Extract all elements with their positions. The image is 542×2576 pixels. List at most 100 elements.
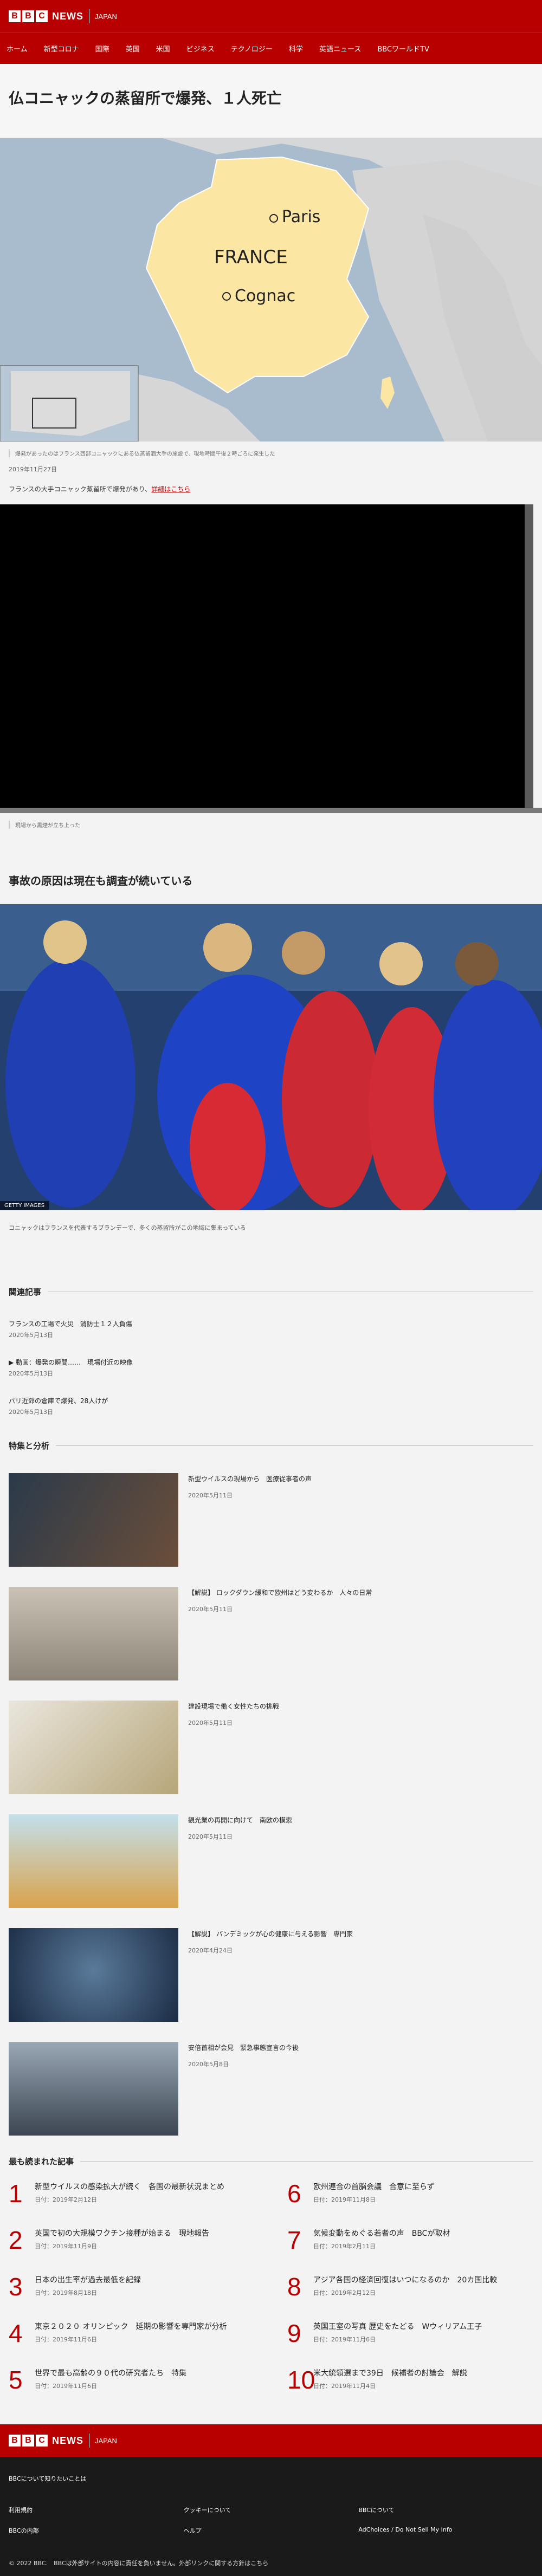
- most-read-title[interactable]: 米大統領選まで39日 候補者の討論会 解説: [313, 2367, 467, 2378]
- most-read-title[interactable]: 英国で初の大規模ワクチン接種が始まる 現地報告: [35, 2228, 209, 2238]
- related-item-date: 2020年5月13日: [9, 1332, 53, 1339]
- feature-story[interactable]: 観光業の再開に向けて 南欧の模索 2020年5月11日: [0, 1814, 542, 1908]
- feature-thumbnail[interactable]: [9, 1587, 178, 1680]
- news-wordmark[interactable]: NEWS: [52, 11, 83, 22]
- article-photo: GETTY IMAGES: [0, 904, 542, 1210]
- page-title: 仏コニャックの蒸留所で爆発、１人死亡: [9, 89, 282, 107]
- most-read-date-label: 日付：: [35, 2289, 53, 2296]
- feature-story[interactable]: 新型ウイルスの現場から 医療従事者の声 2020年5月11日: [0, 1473, 542, 1567]
- most-read-date-label: 日付：: [313, 2383, 331, 2390]
- most-read-item[interactable]: 10 米大統領選まで39日 候補者の討論会 解説 日付：2019年11月4日: [287, 2367, 533, 2414]
- footer-link[interactable]: BBCについて: [358, 2506, 533, 2514]
- feature-thumbnail[interactable]: [9, 2042, 178, 2136]
- edition-label[interactable]: JAPAN: [95, 12, 117, 21]
- feature-story[interactable]: 【解説】 パンデミックが心の健康に与える影響 専門家 2020年4月24日: [0, 1928, 542, 2022]
- most-read-title[interactable]: 欧州連合の首脳会議 合意に至らず: [313, 2181, 435, 2192]
- feature-story[interactable]: 建設現場で働く女性たちの挑戦 2020年5月11日: [0, 1701, 542, 1794]
- most-read-title[interactable]: 新型ウイルスの感染拡大が続く 各国の最新状況まとめ: [35, 2181, 224, 2192]
- nav-item-us[interactable]: 米国: [156, 43, 170, 54]
- most-read-title[interactable]: アジア各国の経済回復はいつになるのか 20カ国比較: [313, 2274, 497, 2285]
- nav-item-world[interactable]: 国際: [95, 43, 109, 54]
- most-read-item[interactable]: 5 世界で最も高齢の９０代の研究者たち 特集 日付：2019年11月6日: [9, 2367, 255, 2414]
- footer-link[interactable]: AdChoices / Do Not Sell My Info: [358, 2526, 533, 2535]
- most-read-title[interactable]: 日本の出生率が過去最低を記録: [35, 2274, 141, 2285]
- video-player[interactable]: [0, 504, 533, 808]
- feature-thumbnail[interactable]: [9, 1701, 178, 1794]
- related-item[interactable]: フランスの工場で火災 消防士１２人負傷 2020年5月13日: [0, 1319, 542, 1358]
- related-item[interactable]: ▶ 動画：爆発の瞬間…… 現場付近の映像 2020年5月13日: [0, 1358, 542, 1396]
- footer-link[interactable]: BBCの内部: [9, 2526, 184, 2535]
- nav-item-technology[interactable]: テクノロジー: [231, 43, 273, 54]
- most-read-list: 1 新型ウイルスの感染拡大が続く 各国の最新状況まとめ 日付：2019年2月12日 …: [0, 2181, 542, 2414]
- most-read-item[interactable]: 1 新型ウイルスの感染拡大が続く 各国の最新状況まとめ 日付：2019年2月12日: [9, 2181, 255, 2228]
- main-nav: ホーム 新型コロナ 国際 英国 米国 ビジネス テクノロジー 科学 英語ニュース…: [0, 33, 542, 64]
- most-read-date: 日付：2019年11月4日: [313, 2382, 467, 2390]
- feature-title[interactable]: 新型ウイルスの現場から 医療従事者の声: [188, 1474, 312, 1483]
- features-heading: 特集と分析: [9, 1440, 533, 1451]
- feature-title[interactable]: 建設現場で働く女性たちの挑戦: [188, 1702, 279, 1711]
- nav-item-uk[interactable]: 英国: [126, 43, 140, 54]
- video-caption: 現場から黒煙が立ち上った: [9, 821, 533, 829]
- feature-story[interactable]: 安倍首相が会見 緊急事態宣言の今後 2020年5月8日: [0, 2042, 542, 2136]
- logo-letter-b1: B: [9, 2435, 21, 2447]
- footer-news-wordmark[interactable]: NEWS: [52, 2435, 83, 2447]
- most-read-item[interactable]: 8 アジア各国の経済回復はいつになるのか 20カ国比較 日付：2019年2月12日: [287, 2274, 533, 2321]
- footer-link[interactable]: 利用規約: [9, 2506, 184, 2514]
- most-read-item[interactable]: 4 東京２０２０ オリンピック 延期の影響を専門家が分析 日付：2019年11月6日: [9, 2321, 255, 2367]
- bbc-logo[interactable]: B B C: [9, 10, 48, 22]
- most-read-item[interactable]: 3 日本の出生率が過去最低を記録 日付：2019年8月18日: [9, 2274, 255, 2321]
- feature-thumbnail[interactable]: [9, 1814, 178, 1908]
- map-label-cognac: Cognac: [235, 287, 296, 306]
- feature-date: 2020年5月8日: [188, 2061, 229, 2068]
- most-read-date: 日付：2019年11月9日: [35, 2242, 209, 2250]
- rank-number: 1: [9, 2179, 23, 2208]
- related-item-title[interactable]: パリ近郊の倉庫で爆発、28人けが: [9, 1396, 533, 1405]
- most-read-date-label: 日付：: [313, 2289, 331, 2296]
- related-item[interactable]: パリ近郊の倉庫で爆発、28人けが 2020年5月13日: [0, 1396, 542, 1435]
- top-header: B B C NEWS JAPAN: [0, 0, 542, 33]
- related-item-date: 2020年5月13日: [9, 1370, 53, 1377]
- feature-story[interactable]: 【解説】 ロックダウン緩和で欧州はどう変わるか 人々の日常 2020年5月11日: [0, 1587, 542, 1680]
- most-read-item[interactable]: 7 気候変動をめぐる若者の声 BBCが取材 日付：2019年2月11日: [287, 2228, 533, 2274]
- most-read-date-value: 2019年2月11日: [331, 2243, 376, 2250]
- most-read-date-value: 2019年11月4日: [331, 2383, 376, 2390]
- headline-band: 仏コニャックの蒸留所で爆発、１人死亡: [0, 64, 542, 138]
- most-read-date-value: 2019年11月6日: [331, 2336, 376, 2343]
- nav-item-world-tv[interactable]: BBCワールドTV: [377, 43, 429, 54]
- most-read-title[interactable]: 気候変動をめぐる若者の声 BBCが取材: [313, 2228, 450, 2238]
- footer-link[interactable]: クッキーについて: [184, 2506, 359, 2514]
- feature-thumbnail[interactable]: [9, 1473, 178, 1567]
- most-read-date-value: 2019年11月6日: [53, 2383, 97, 2390]
- most-read-title[interactable]: 英国王室の写真 歴史をたどる Wウィリアム王子: [313, 2321, 482, 2332]
- nav-item-science[interactable]: 科学: [289, 43, 303, 54]
- feature-title[interactable]: 【解説】 パンデミックが心の健康に与える影響 専門家: [188, 1929, 353, 1938]
- feature-title[interactable]: 【解説】 ロックダウン緩和で欧州はどう変わるか 人々の日常: [188, 1588, 372, 1597]
- rank-number: 10: [287, 2366, 315, 2394]
- most-read-item[interactable]: 2 英国で初の大規模ワクチン接種が始まる 現地報告 日付：2019年11月9日: [9, 2228, 255, 2274]
- related-item-title[interactable]: フランスの工場で火災 消防士１２人負傷: [9, 1319, 533, 1328]
- nav-item-english[interactable]: 英語ニュース: [319, 43, 361, 54]
- nav-item-home[interactable]: ホーム: [7, 43, 28, 54]
- logo-letter-c: C: [36, 2435, 48, 2447]
- most-read-item[interactable]: 6 欧州連合の首脳会議 合意に至らず 日付：2019年11月8日: [287, 2181, 533, 2228]
- feature-title[interactable]: 安倍首相が会見 緊急事態宣言の今後: [188, 2043, 299, 2052]
- most-read-title[interactable]: 東京２０２０ オリンピック 延期の影響を専門家が分析: [35, 2321, 227, 2332]
- feature-title[interactable]: 観光業の再開に向けて 南欧の模索: [188, 1815, 292, 1825]
- related-item-title[interactable]: ▶ 動画：爆発の瞬間…… 現場付近の映像: [9, 1358, 533, 1367]
- feature-date: 2020年4月24日: [188, 1947, 233, 1954]
- nav-item-coronavirus[interactable]: 新型コロナ: [44, 43, 79, 54]
- most-read-item[interactable]: 9 英国王室の写真 歴史をたどる Wウィリアム王子 日付：2019年11月6日: [287, 2321, 533, 2367]
- related-heading: 関連記事: [9, 1286, 533, 1297]
- most-read-date-value: 2019年2月12日: [53, 2196, 97, 2203]
- footer-edition-label[interactable]: JAPAN: [95, 2437, 117, 2445]
- intro-link[interactable]: 詳細はこちら: [151, 485, 190, 493]
- footer-link[interactable]: ヘルプ: [184, 2526, 359, 2535]
- photo-graphic: [0, 904, 542, 1210]
- rank-number: 8: [287, 2273, 301, 2301]
- most-read-title[interactable]: 世界で最も高齢の９０代の研究者たち 特集: [35, 2367, 186, 2378]
- footer-brand-text: BBCについて知りたいことは: [9, 2475, 87, 2482]
- feature-thumbnail[interactable]: [9, 1928, 178, 2022]
- site-footer: B B C NEWS JAPAN BBCについて知りたいことは 利用規約 クッキ…: [0, 2424, 542, 2576]
- footer-bbc-logo[interactable]: B B C: [9, 2435, 48, 2447]
- nav-item-business[interactable]: ビジネス: [186, 43, 215, 54]
